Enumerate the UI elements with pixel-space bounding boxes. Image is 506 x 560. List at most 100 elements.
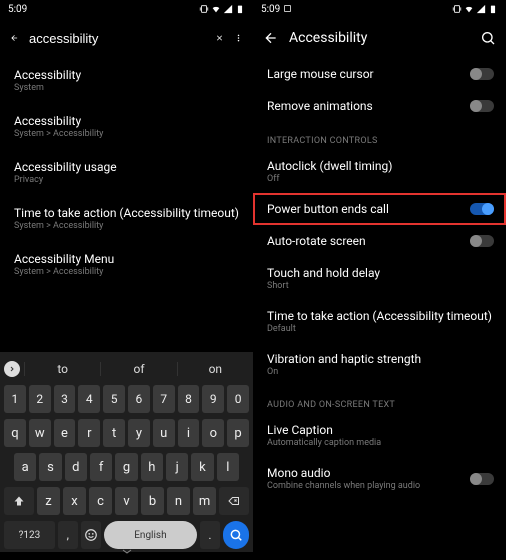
kb-key[interactable]: y — [128, 419, 150, 447]
kb-key[interactable]: 7 — [153, 385, 175, 413]
kb-key[interactable]: h — [141, 453, 163, 481]
kb-key[interactable]: e — [54, 419, 76, 447]
overflow-icon[interactable] — [234, 30, 243, 46]
kb-key[interactable]: k — [191, 453, 213, 481]
toggle[interactable] — [470, 203, 494, 215]
search-result[interactable]: Accessibility Menu System > Accessibilit… — [0, 242, 253, 288]
clock: 5:09 — [261, 4, 292, 15]
suggestion-row: to of on — [0, 356, 253, 382]
clear-icon[interactable] — [215, 30, 224, 46]
kb-key[interactable]: t — [103, 419, 125, 447]
kb-key[interactable]: i — [178, 419, 200, 447]
kb-key[interactable]: 2 — [29, 385, 51, 413]
section-header-audio: AUDIO AND ON-SCREEN TEXT — [253, 386, 506, 414]
toggle[interactable] — [470, 68, 494, 80]
kb-key[interactable]: b — [141, 487, 164, 515]
suggestion[interactable]: of — [100, 362, 176, 376]
kb-row-3: z x c v b n m — [0, 484, 253, 518]
result-title: Accessibility usage — [14, 160, 239, 174]
kb-key[interactable]: n — [167, 487, 190, 515]
kb-key[interactable]: l — [217, 453, 239, 481]
setting-power-button-ends-call[interactable]: Power button ends call — [253, 193, 506, 225]
status-icons — [452, 4, 498, 14]
search-result[interactable]: Accessibility System — [0, 58, 253, 104]
kb-key[interactable]: u — [153, 419, 175, 447]
setting-title: Auto-rotate screen — [267, 234, 470, 248]
toggle[interactable] — [470, 473, 494, 485]
search-icon[interactable] — [480, 30, 496, 46]
kb-key[interactable]: g — [115, 453, 137, 481]
kb-key[interactable]: 9 — [202, 385, 224, 413]
setting-time-to-take-action[interactable]: Time to take action (Accessibility timeo… — [253, 300, 506, 343]
kb-key[interactable]: w — [29, 419, 51, 447]
back-icon[interactable] — [10, 30, 19, 46]
kb-key[interactable]: 6 — [128, 385, 150, 413]
search-icon — [229, 528, 243, 542]
battery-icon — [488, 4, 498, 14]
setting-auto-rotate[interactable]: Auto-rotate screen — [253, 225, 506, 257]
kb-key[interactable]: 0 — [227, 385, 249, 413]
search-header — [0, 18, 253, 58]
wifi-icon — [211, 4, 221, 14]
search-result[interactable]: Time to take action (Accessibility timeo… — [0, 196, 253, 242]
period-key[interactable]: . — [200, 521, 220, 549]
kb-key[interactable]: p — [227, 419, 249, 447]
kb-key[interactable]: o — [202, 419, 224, 447]
kb-key[interactable]: x — [63, 487, 86, 515]
result-title: Accessibility Menu — [14, 252, 239, 266]
kb-key[interactable]: 3 — [54, 385, 76, 413]
kb-key[interactable]: d — [65, 453, 87, 481]
suggestion[interactable]: on — [177, 362, 253, 376]
search-input[interactable] — [29, 31, 205, 46]
setting-touch-hold-delay[interactable]: Touch and hold delay Short — [253, 257, 506, 300]
setting-vibration[interactable]: Vibration and haptic strength On — [253, 343, 506, 386]
keyboard: to of on 1 2 3 4 5 6 7 8 9 0 q w e r t y… — [0, 352, 253, 552]
search-result[interactable]: Accessibility System > Accessibility — [0, 104, 253, 150]
kb-key[interactable]: 1 — [4, 385, 26, 413]
kb-key[interactable]: v — [115, 487, 138, 515]
kb-key[interactable]: 5 — [103, 385, 125, 413]
kb-key[interactable]: 8 — [178, 385, 200, 413]
setting-title: Touch and hold delay — [267, 266, 494, 280]
kb-key[interactable]: a — [14, 453, 36, 481]
kb-key[interactable]: s — [39, 453, 61, 481]
setting-sub: On — [267, 367, 494, 377]
symbols-key[interactable]: ?123 — [4, 521, 55, 549]
setting-large-mouse-cursor[interactable]: Large mouse cursor — [253, 58, 506, 90]
back-icon[interactable] — [263, 30, 279, 46]
space-key[interactable]: English — [104, 521, 197, 549]
screenshot-icon — [283, 4, 292, 13]
kb-row-numbers: 1 2 3 4 5 6 7 8 9 0 — [0, 382, 253, 416]
setting-remove-animations[interactable]: Remove animations — [253, 90, 506, 122]
toggle[interactable] — [470, 235, 494, 247]
kb-key[interactable]: r — [78, 419, 100, 447]
setting-autoclick[interactable]: Autoclick (dwell timing) Off — [253, 150, 506, 193]
search-result[interactable]: Accessibility usage Privacy — [0, 150, 253, 196]
setting-mono-audio[interactable]: Mono audio Combine channels when playing… — [253, 457, 506, 500]
suggestion[interactable]: to — [24, 362, 100, 376]
kb-key[interactable]: j — [166, 453, 188, 481]
backspace-key[interactable] — [219, 487, 249, 515]
battery-icon — [235, 4, 245, 14]
kb-search-key[interactable] — [223, 521, 249, 549]
status-bar: 5:09 — [253, 0, 506, 18]
kb-key[interactable]: 4 — [78, 385, 100, 413]
setting-sub: Default — [267, 324, 494, 334]
comma-key[interactable]: , — [58, 521, 78, 549]
emoji-key[interactable] — [81, 521, 101, 549]
vibrate-icon — [199, 4, 209, 14]
toggle[interactable] — [470, 100, 494, 112]
status-bar: 5:09 — [0, 0, 253, 18]
kb-key[interactable]: f — [90, 453, 112, 481]
kb-key[interactable]: z — [37, 487, 60, 515]
setting-live-caption[interactable]: Live Caption Automatically caption media — [253, 414, 506, 457]
kb-key[interactable]: q — [4, 419, 26, 447]
kb-key[interactable]: c — [89, 487, 112, 515]
nav-handle[interactable] — [121, 539, 133, 558]
kb-key[interactable]: m — [193, 487, 216, 515]
settings-list[interactable]: Large mouse cursor Remove animations INT… — [253, 58, 506, 560]
shift-key[interactable] — [4, 487, 34, 515]
suggestion-expand[interactable] — [0, 361, 24, 377]
page-header: Accessibility — [253, 18, 506, 58]
phone-right-accessibility: 5:09 Accessibility Large mouse cursor Re… — [253, 0, 506, 560]
